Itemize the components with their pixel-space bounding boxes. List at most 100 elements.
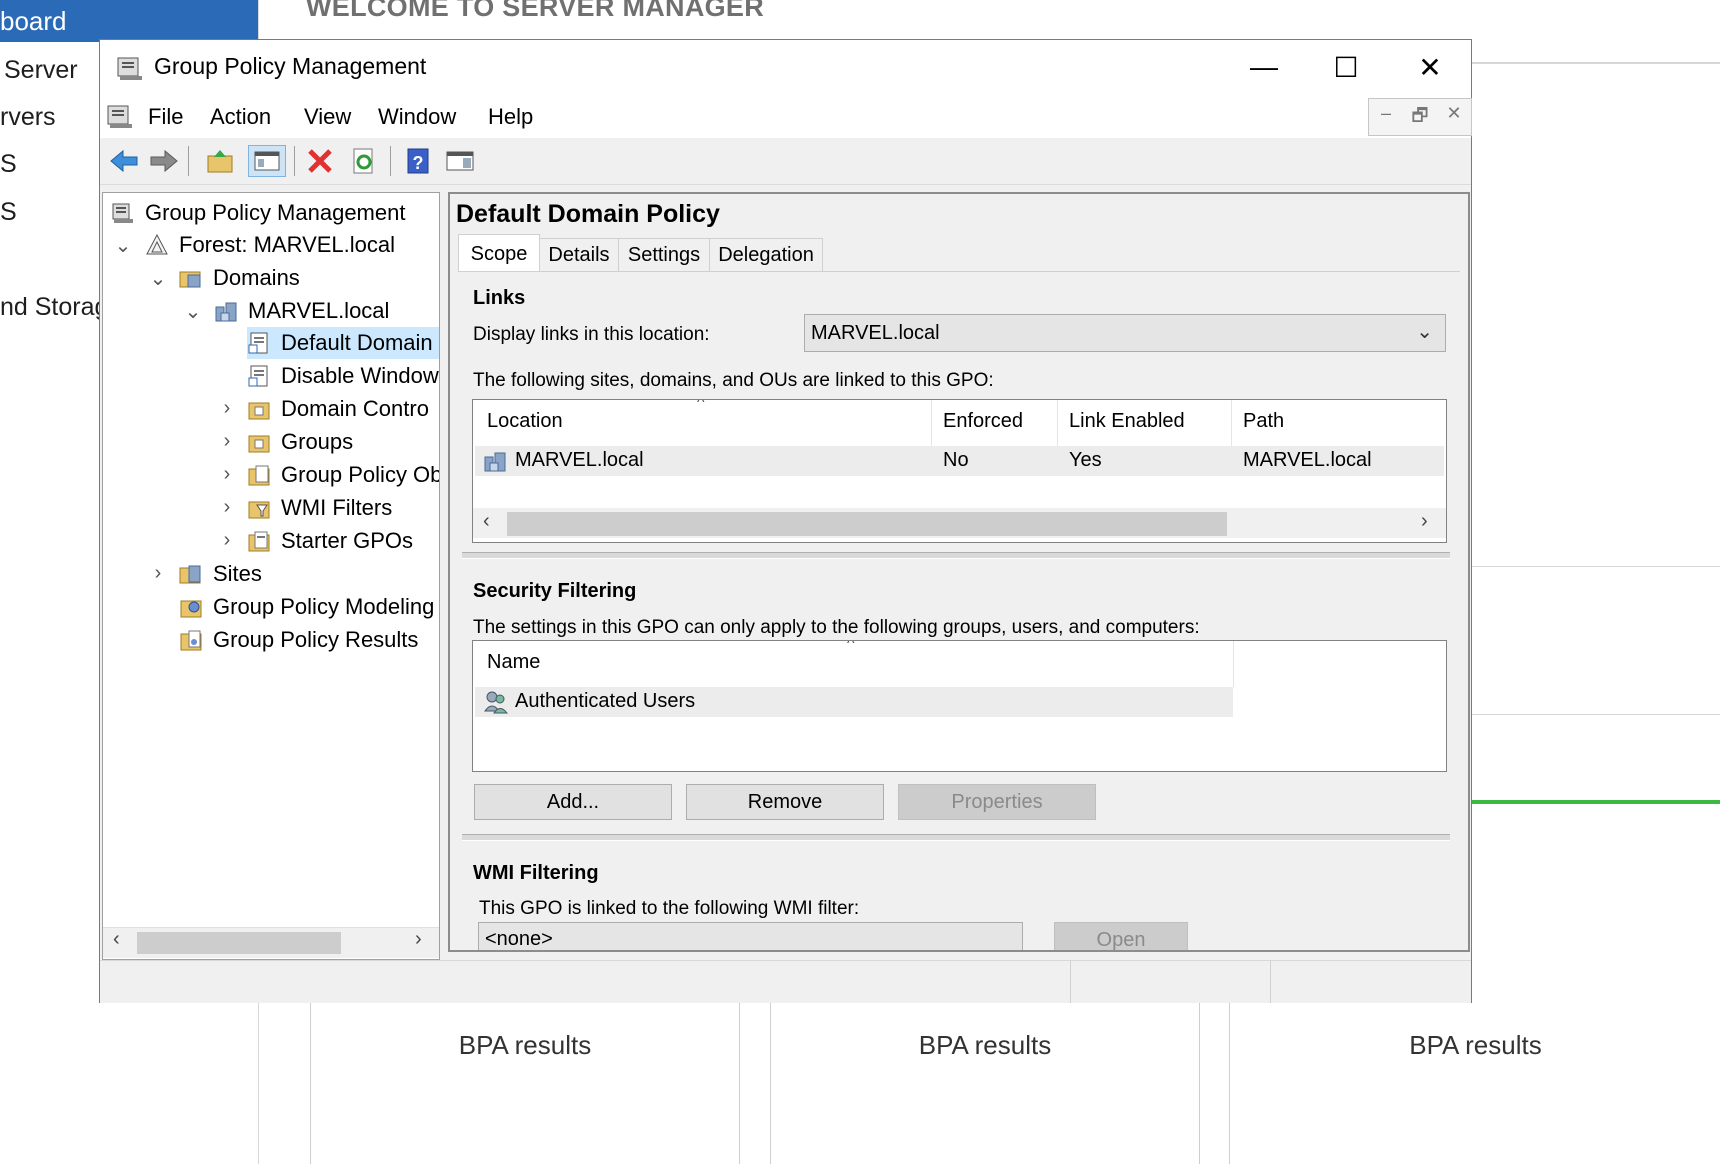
menu-view[interactable]: View — [304, 104, 351, 130]
status-divider — [1270, 961, 1271, 1003]
tab-delegation[interactable]: Delegation — [709, 238, 823, 271]
table-row[interactable]: MARVEL.local No Yes MARVEL.local — [475, 446, 1444, 476]
sidebar-item-dns[interactable]: S — [0, 198, 17, 227]
sidebar-item-ad-ds[interactable]: S — [0, 150, 17, 179]
tree-node-domain-controllers[interactable]: Domain Contro — [247, 393, 429, 425]
column-header-name[interactable]: Name — [487, 651, 540, 674]
mdi-minimize-button[interactable]: – — [1369, 103, 1403, 124]
bpa-card[interactable]: BPA results — [770, 1000, 1200, 1164]
tree-node-default-domain-policy[interactable]: Default Domain — [247, 327, 439, 359]
sort-ascending-icon: ^ — [847, 640, 855, 652]
properties-button[interactable]: Properties — [898, 784, 1096, 820]
sites-folder-icon — [179, 565, 201, 584]
bg-divider — [1472, 566, 1720, 567]
scrollbar-thumb[interactable] — [137, 932, 341, 954]
menu-action[interactable]: Action — [210, 104, 271, 130]
section-splitter[interactable] — [462, 552, 1450, 559]
column-header-enforced[interactable]: Enforced — [943, 410, 1023, 433]
links-location-dropdown[interactable]: MARVEL.local ⌄ — [804, 314, 1446, 352]
chevron-down-icon[interactable]: ⌄ — [148, 266, 168, 291]
sidebar-item-local-server[interactable]: Server — [4, 56, 78, 85]
scroll-left-icon[interactable]: ‹ — [483, 510, 490, 533]
mdi-controls: – 🗗 ✕ — [1368, 98, 1472, 136]
scrollbar-thumb[interactable] — [507, 512, 1227, 536]
tree-node-modeling[interactable]: Group Policy Modeling — [179, 591, 434, 623]
gpm-console-icon — [112, 203, 133, 223]
tree-node-domain-marvel[interactable]: MARVEL.local — [214, 295, 389, 327]
wmi-open-button[interactable]: Open — [1054, 922, 1188, 950]
gpm-window: Group Policy Management — ☐ ✕ File Actio… — [99, 39, 1472, 1003]
users-group-icon — [484, 691, 509, 714]
mdi-close-button[interactable]: ✕ — [1437, 103, 1471, 124]
column-header-location[interactable]: Location — [487, 410, 563, 433]
wmi-filter-dropdown[interactable]: <none> — [478, 922, 1023, 950]
bpa-card[interactable]: BPA results — [1229, 1000, 1720, 1164]
menu-window[interactable]: Window — [378, 104, 456, 130]
forward-arrow-icon[interactable] — [148, 145, 180, 177]
cell-name: Authenticated Users — [515, 690, 696, 712]
starter-gpo-folder-icon — [248, 531, 270, 552]
security-description: The settings in this GPO can only apply … — [473, 617, 1200, 638]
minimize-button[interactable]: — — [1222, 40, 1306, 94]
bpa-card[interactable]: BPA results — [310, 1000, 740, 1164]
tab-details[interactable]: Details — [539, 238, 619, 271]
scroll-right-icon[interactable]: › — [1421, 510, 1428, 533]
tree-horizontal-scrollbar[interactable]: ‹ › — [103, 927, 439, 958]
chevron-right-icon[interactable]: › — [217, 529, 237, 552]
tree-node-wmi-filters[interactable]: WMI Filters — [247, 492, 392, 524]
menu-file[interactable]: File — [148, 104, 183, 130]
links-horizontal-scrollbar[interactable]: ‹ › — [473, 508, 1446, 538]
tree-node-gpm-root[interactable]: Group Policy Management — [111, 197, 405, 229]
column-separator — [1231, 400, 1232, 446]
mdi-restore-button[interactable]: 🗗 — [1403, 103, 1437, 133]
delete-icon[interactable] — [304, 145, 336, 177]
section-splitter[interactable] — [462, 834, 1450, 841]
chevron-right-icon[interactable]: › — [217, 397, 237, 420]
column-header-path[interactable]: Path — [1243, 410, 1284, 433]
gpo-title: Default Domain Policy — [456, 200, 720, 228]
menu-help[interactable]: Help — [488, 104, 533, 130]
chevron-right-icon[interactable]: › — [217, 463, 237, 486]
close-button[interactable]: ✕ — [1388, 40, 1472, 94]
refresh-icon[interactable] — [348, 145, 380, 177]
tree-node-sites[interactable]: Sites — [179, 558, 262, 590]
add-button[interactable]: Add... — [474, 784, 672, 820]
toolbar-separator — [188, 146, 189, 176]
tree-node-groups[interactable]: Groups — [247, 426, 353, 458]
chevron-right-icon[interactable]: › — [148, 562, 168, 585]
sidebar-item-dashboard[interactable]: board — [0, 0, 258, 42]
column-header-link-enabled[interactable]: Link Enabled — [1069, 410, 1185, 433]
scroll-right-icon[interactable]: › — [415, 928, 422, 951]
remove-button[interactable]: Remove — [686, 784, 884, 820]
sidebar-item-file-storage[interactable]: nd Storag — [0, 293, 108, 322]
tree-node-results[interactable]: Group Policy Results — [179, 624, 418, 656]
properties-pane-icon[interactable] — [444, 145, 476, 177]
tab-scope[interactable]: Scope — [458, 234, 540, 273]
back-arrow-icon[interactable] — [108, 145, 140, 177]
gpm-app-icon — [117, 57, 142, 80]
tab-settings[interactable]: Settings — [618, 238, 710, 271]
system-menu-icon[interactable] — [106, 102, 134, 130]
bg-divider — [1472, 714, 1720, 715]
toolbar: ? — [100, 138, 1471, 185]
chevron-down-icon[interactable]: ⌄ — [183, 299, 203, 324]
table-row[interactable]: Authenticated Users — [475, 687, 1233, 717]
ou-folder-icon — [248, 435, 270, 453]
title-bar[interactable]: Group Policy Management — ☐ ✕ — [100, 40, 1471, 94]
maximize-button[interactable]: ☐ — [1304, 40, 1388, 94]
tree-node-starter-gpos[interactable]: Starter GPOs — [247, 525, 413, 557]
help-icon[interactable]: ? — [402, 145, 434, 177]
chevron-right-icon[interactable]: › — [217, 496, 237, 519]
tree-node-disable-windows[interactable]: Disable Window — [247, 360, 439, 392]
links-heading: Links — [473, 287, 526, 309]
tree-node-forest[interactable]: Forest: MARVEL.local — [145, 229, 395, 261]
sidebar-item-all-servers[interactable]: rvers — [0, 103, 56, 132]
scroll-left-icon[interactable]: ‹ — [113, 928, 120, 951]
up-folder-icon[interactable] — [204, 145, 236, 177]
chevron-down-icon[interactable]: ⌄ — [113, 233, 133, 258]
tree-node-domains[interactable]: Domains — [179, 262, 300, 294]
show-hide-console-tree-icon[interactable] — [248, 145, 286, 177]
tree-node-gpo-container[interactable]: Group Policy Ob — [247, 459, 439, 491]
chevron-right-icon[interactable]: › — [217, 430, 237, 453]
status-bar — [100, 960, 1471, 1003]
